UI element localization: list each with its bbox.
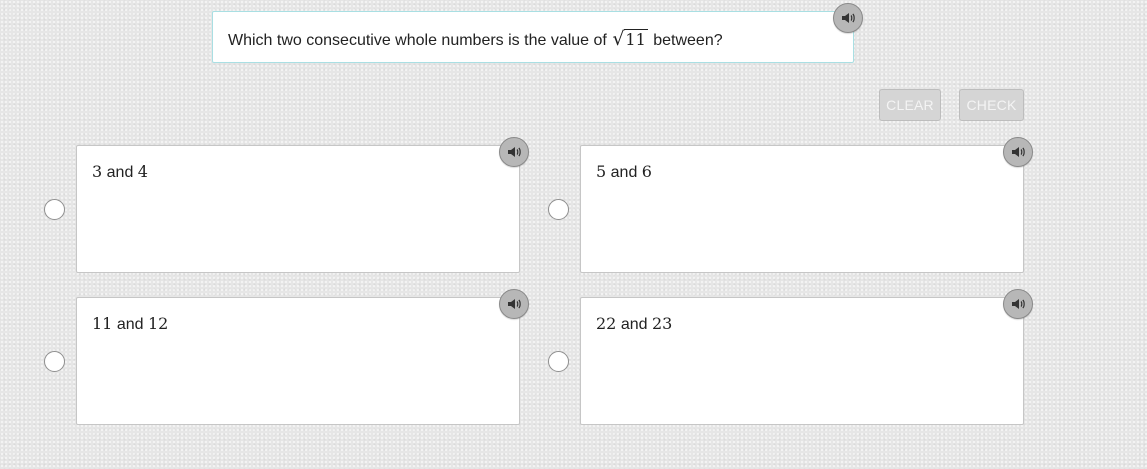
choice-text-4: 22 and 23 [596, 314, 672, 334]
radicand: 11 [624, 29, 648, 49]
choice-card-2[interactable]: 5 and 6 [580, 145, 1024, 273]
choice-number-b: 6 [641, 162, 652, 181]
choice-number-b: 12 [147, 314, 169, 333]
choice-audio-button-3[interactable] [499, 289, 529, 319]
choice-text-3: 11 and 12 [92, 314, 168, 334]
choice-audio-button-4[interactable] [1003, 289, 1033, 319]
speaker-icon [842, 13, 855, 23]
question-text: Which two consecutive whole numbers is t… [228, 28, 723, 50]
choice-card-3[interactable]: 11 and 12 [76, 297, 520, 425]
square-root-expression: √11 [612, 28, 648, 50]
speaker-icon [508, 147, 521, 157]
question-audio-button[interactable] [833, 3, 863, 33]
choice-connector: and [610, 164, 638, 181]
choice-card-4[interactable]: 22 and 23 [580, 297, 1024, 425]
question-prefix: Which two consecutive whole numbers is t… [228, 32, 607, 49]
choice-radio-4[interactable] [548, 351, 569, 372]
choice-audio-button-2[interactable] [1003, 137, 1033, 167]
choice-radio-1[interactable] [44, 199, 65, 220]
square-root-sign: √ [612, 28, 625, 50]
choice-radio-2[interactable] [548, 199, 569, 220]
speaker-icon [1012, 299, 1025, 309]
choice-text-2: 5 and 6 [596, 162, 652, 182]
choice-number-a: 22 [596, 314, 617, 333]
speaker-icon [1012, 147, 1025, 157]
choice-radio-3[interactable] [44, 351, 65, 372]
choice-card-1[interactable]: 3 and 4 [76, 145, 520, 273]
choice-number-a: 3 [92, 162, 103, 181]
choice-audio-button-1[interactable] [499, 137, 529, 167]
choice-connector: and [116, 316, 144, 333]
choice-number-b: 23 [651, 314, 673, 333]
question-box: Which two consecutive whole numbers is t… [212, 11, 854, 63]
clear-button[interactable]: CLEAR [879, 89, 941, 121]
choice-connector: and [106, 164, 134, 181]
check-button[interactable]: CHECK [959, 89, 1024, 121]
choice-connector: and [620, 316, 648, 333]
choice-number-b: 4 [137, 162, 148, 181]
choice-number-a: 5 [596, 162, 607, 181]
choice-number-a: 11 [92, 314, 113, 333]
question-suffix: between? [653, 32, 723, 49]
choice-text-1: 3 and 4 [92, 162, 148, 182]
speaker-icon [508, 299, 521, 309]
